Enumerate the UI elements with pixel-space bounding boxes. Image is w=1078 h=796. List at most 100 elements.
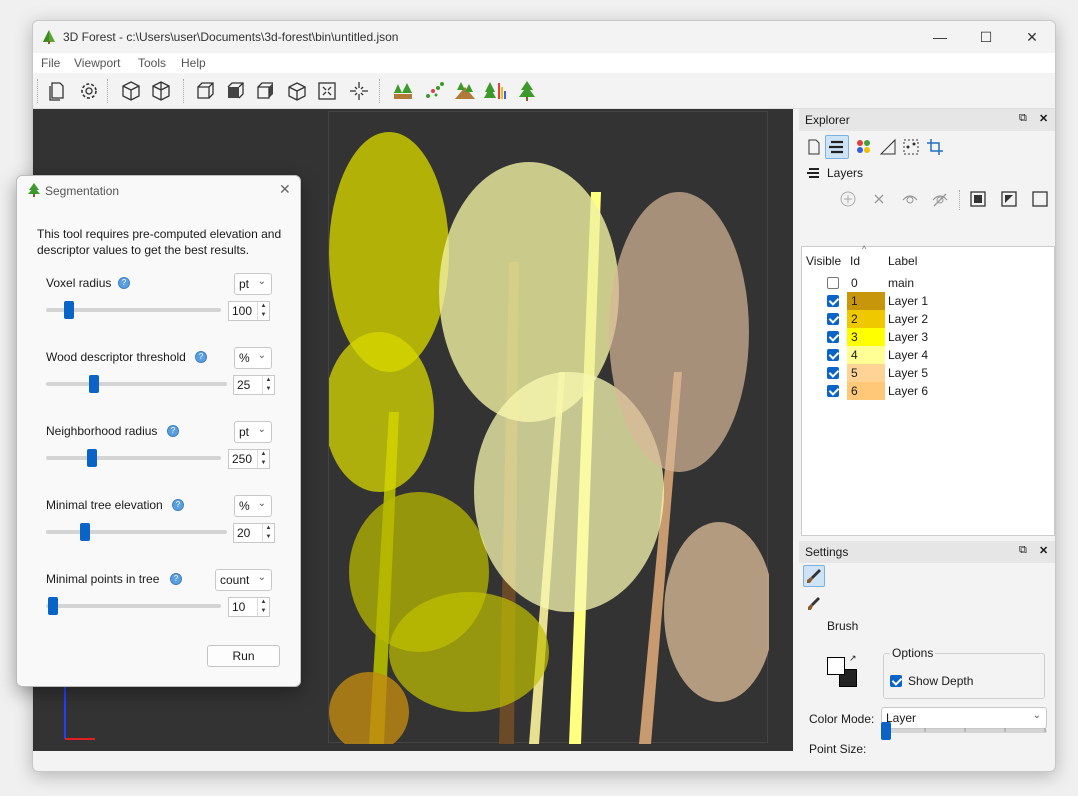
param-slider[interactable] [46,604,221,608]
spin-arrows-icon[interactable]: ▲ ▼ [262,524,274,542]
menu-tools[interactable]: Tools [138,56,166,70]
show-depth-checkbox[interactable] [890,675,902,687]
layer-visible-checkbox[interactable] [827,385,839,397]
help-icon[interactable]: ? [170,573,182,585]
select-none-icon[interactable] [1031,190,1049,208]
param-spinbox[interactable]: 25 ▲ ▼ [233,375,275,395]
descriptor-tool-icon[interactable] [423,79,447,103]
param-slider-handle[interactable] [48,597,58,615]
clip-filter-icon[interactable] [926,138,944,156]
float-dock-icon[interactable]: ⧉ [1019,544,1027,557]
param-spinbox[interactable]: 100 ▲ ▼ [228,301,270,321]
float-dock-icon[interactable]: ⧉ [1019,112,1027,125]
unit-select[interactable]: pt ⌄ [234,273,272,295]
param-spinbox[interactable]: 10 ▲ ▼ [228,597,270,617]
close-dock-icon[interactable]: ✕ [1039,544,1048,557]
elevation-range-icon[interactable] [879,138,897,156]
layer-row[interactable]: 6 Layer 6 [802,382,1054,400]
segmentation-tool-icon[interactable] [515,79,539,103]
layer-id: 2 [847,310,885,328]
run-button[interactable]: Run [207,645,280,667]
layer-row[interactable]: 0 main [802,274,1054,292]
param-slider-handle[interactable] [64,301,74,319]
layers-tab[interactable] [825,135,849,159]
menu-help[interactable]: Help [181,56,206,70]
param-slider[interactable] [46,456,221,460]
menu-viewport[interactable]: Viewport [74,56,120,70]
param-slider-handle[interactable] [87,449,97,467]
zoom-center-icon[interactable] [347,79,371,103]
layers-section-label: Layers [827,166,864,180]
file-properties-icon[interactable] [805,138,823,156]
help-icon[interactable]: ? [195,351,207,363]
zoom-fit-icon[interactable] [315,79,339,103]
new-file-icon[interactable] [45,79,69,103]
param-spinbox[interactable]: 250 ▲ ▼ [228,449,270,469]
ground-tool-icon[interactable] [391,79,415,103]
height-color-tool-icon[interactable] [483,79,507,103]
layer-row[interactable]: 1 Layer 1 [802,292,1054,310]
spin-arrows-icon[interactable]: ▲ ▼ [262,376,274,394]
color-swatch-picker[interactable]: ↗ [825,653,861,691]
point-cloud-canvas[interactable] [324,111,774,752]
layer-visible-checkbox[interactable] [827,349,839,361]
view-front-icon[interactable] [193,79,217,103]
maximize-button[interactable]: ☐ [963,25,1009,49]
param-slider[interactable] [46,382,227,386]
layer-label: Layer 1 [888,294,929,308]
descriptor-range-icon[interactable] [902,138,920,156]
hide-layer-icon[interactable] [931,190,949,208]
spin-arrows-icon[interactable]: ▲ ▼ [257,598,269,616]
unit-select[interactable]: % ⌄ [234,347,272,369]
point-size-slider-handle[interactable] [881,722,891,740]
cube-ortho-icon[interactable] [149,79,173,103]
layer-visible-checkbox[interactable] [827,277,839,289]
column-visible[interactable]: Visible [806,254,841,268]
delete-layer-icon[interactable] [870,190,888,208]
segmentation-dialog: Segmentation ✕ This tool requires pre-co… [16,175,301,687]
settings-gear-icon[interactable] [77,79,101,103]
view-side-icon[interactable] [223,79,247,103]
elevation-tool-icon[interactable] [453,79,477,103]
close-dock-icon[interactable]: ✕ [1039,112,1048,125]
toolbar-separator [379,79,380,103]
layer-visible-checkbox[interactable] [827,331,839,343]
title-bar: 3D Forest - c:\Users\user\Documents\3d-f… [33,21,1055,53]
add-layer-icon[interactable] [839,190,857,208]
layer-row[interactable]: 5 Layer 5 [802,364,1054,382]
layer-row[interactable]: 3 Layer 3 [802,328,1054,346]
view-iso-icon[interactable] [285,79,309,103]
param-slider[interactable] [46,530,227,534]
invert-selection-icon[interactable] [1000,190,1018,208]
help-icon[interactable]: ? [172,499,184,511]
cube-perspective-icon[interactable] [119,79,143,103]
unit-select[interactable]: % ⌄ [234,495,272,517]
spin-arrows-icon[interactable]: ▲ ▼ [257,450,269,468]
param-spinbox[interactable]: 20 ▲ ▼ [233,523,275,543]
column-label[interactable]: Label [888,254,917,268]
swap-colors-icon[interactable]: ↗ [849,653,857,664]
layer-visible-checkbox[interactable] [827,367,839,379]
segmentation-tree-icon [28,183,40,197]
select-all-icon[interactable] [969,190,987,208]
column-id[interactable]: Id [850,254,860,268]
layer-visible-checkbox[interactable] [827,313,839,325]
layer-row[interactable]: 4 Layer 4 [802,346,1054,364]
param-slider-handle[interactable] [80,523,90,541]
layer-row[interactable]: 2 Layer 2 [802,310,1054,328]
unit-select[interactable]: pt ⌄ [234,421,272,443]
param-slider-handle[interactable] [89,375,99,393]
classification-icon[interactable] [855,138,873,156]
brush-tab[interactable] [803,565,825,587]
layer-visible-checkbox[interactable] [827,295,839,307]
close-window-button[interactable]: ✕ [1009,25,1055,49]
unit-select[interactable]: count ⌄ [215,569,272,591]
show-layer-icon[interactable] [901,190,919,208]
help-icon[interactable]: ? [118,277,130,289]
close-icon[interactable]: ✕ [279,181,291,198]
help-icon[interactable]: ? [167,425,179,437]
view-top-icon[interactable] [253,79,277,103]
menu-file[interactable]: File [41,56,60,70]
spin-arrows-icon[interactable]: ▲ ▼ [257,302,269,320]
minimize-button[interactable]: — [917,25,963,49]
